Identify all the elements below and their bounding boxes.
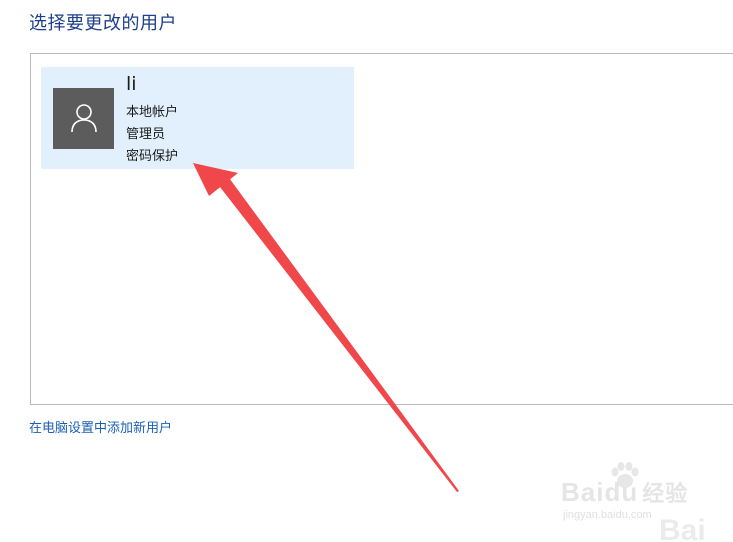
baidu-watermark: Baidu 经验 jingyan.baidu.com Bai	[561, 462, 733, 542]
avatar	[53, 88, 114, 149]
user-tile-li[interactable]: li 本地帐户 管理员 密码保护	[41, 67, 354, 169]
user-accounts-page: 选择要更改的用户 li 本地帐户 管理员 密码保护 在电脑设置中添加新用户 Ba…	[0, 0, 733, 542]
user-name: li	[126, 73, 137, 95]
add-user-link[interactable]: 在电脑设置中添加新用户	[29, 417, 172, 436]
watermark-logo: Baidu 经验	[561, 477, 689, 507]
user-silhouette-icon	[71, 104, 97, 133]
user-list-panel: li 本地帐户 管理员 密码保护	[30, 53, 733, 405]
page-title: 选择要更改的用户	[29, 13, 177, 34]
user-role: 管理员	[126, 127, 166, 142]
user-protection: 密码保护	[126, 149, 179, 164]
watermark-big-text: Bai	[659, 514, 706, 542]
user-account-type: 本地帐户	[126, 105, 179, 120]
watermark-url: jingyan.baidu.com	[563, 509, 652, 521]
